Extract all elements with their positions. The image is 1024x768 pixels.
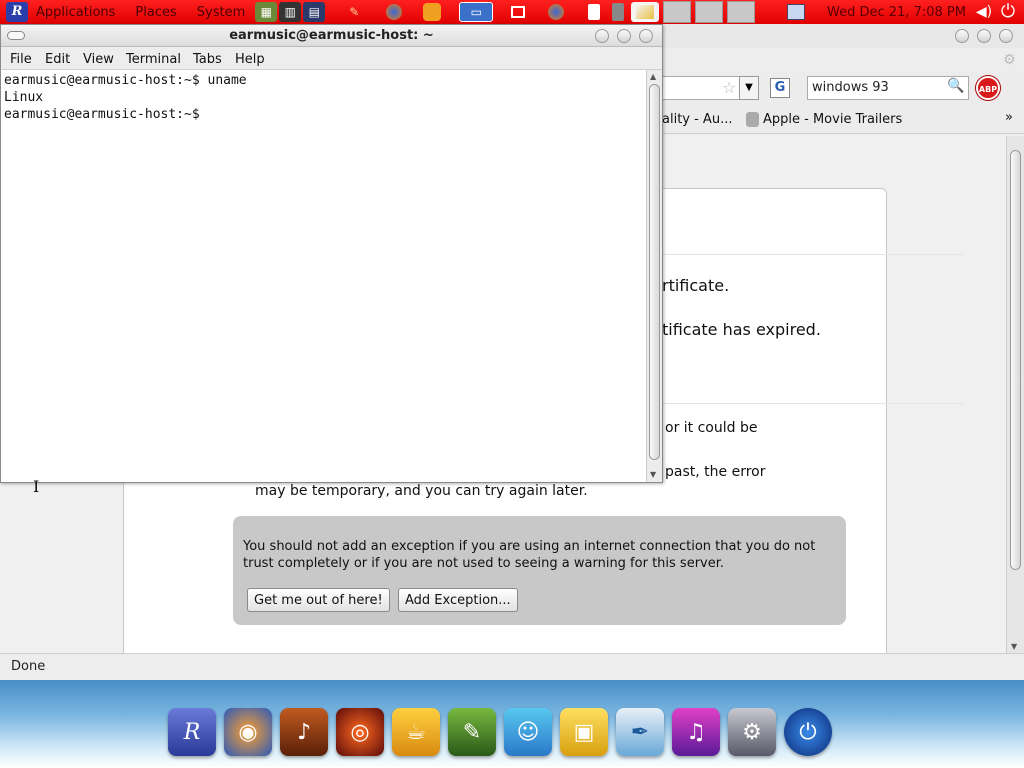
media-icon[interactable]: ◎ — [336, 708, 384, 756]
power-icon[interactable]: ⏻ — [784, 708, 832, 756]
adblock-icon[interactable]: ABP — [976, 76, 1000, 100]
paint-taskbar-icon[interactable] — [631, 2, 660, 22]
music-icon[interactable]: ♫ — [672, 708, 720, 756]
draw-icon[interactable]: ✒ — [616, 708, 664, 756]
scroll-up-arrow-icon[interactable]: ▲ — [650, 72, 656, 81]
error-body-line: past, the error — [665, 464, 766, 480]
top-panel: R Applications Places System ▦ ▥ ▤ ✎ ▭ W… — [0, 0, 1024, 24]
terminal-maximize-button[interactable] — [617, 29, 631, 43]
bookmark-star-icon[interactable]: ☆ — [722, 78, 736, 97]
browser-close-button[interactable] — [999, 29, 1013, 43]
bookmark-item[interactable]: eality - Au... — [654, 112, 732, 127]
window-icon[interactable] — [507, 2, 529, 22]
rosa-icon[interactable]: R — [168, 708, 216, 756]
firefox-icon[interactable] — [383, 2, 405, 22]
panel-launchers: ▦ ▥ ▤ ✎ ▭ — [255, 1, 756, 23]
exception-warning-text: You should not add an exception if you a… — [243, 539, 816, 571]
error-heading-line: tificate has expired. — [662, 320, 821, 339]
menu-tabs[interactable]: Tabs — [193, 52, 222, 67]
browser-minimize-button[interactable] — [955, 29, 969, 43]
terminal-output[interactable]: earmusic@earmusic-host:~$ uname Linux ea… — [1, 70, 646, 495]
workspace-switcher-1[interactable] — [663, 1, 692, 23]
audio-editor-icon[interactable]: ▤ — [303, 2, 326, 22]
workspace-switcher-3[interactable] — [727, 1, 756, 23]
equalizer-icon[interactable]: ▦ — [255, 2, 278, 22]
applications-menu[interactable]: Applications — [36, 5, 115, 20]
guitar-icon[interactable]: ♪ — [280, 708, 328, 756]
search-input[interactable]: windows 93 — [807, 76, 969, 100]
distro-logo-icon[interactable]: R — [6, 2, 28, 22]
divider — [654, 254, 964, 255]
status-bar: Done — [0, 653, 1024, 679]
status-text: Done — [11, 659, 46, 674]
trash-icon[interactable] — [607, 2, 629, 22]
piano-icon[interactable]: ▥ — [279, 2, 302, 22]
terminal-line: earmusic@earmusic-host:~$ — [4, 107, 208, 122]
menu-file[interactable]: File — [10, 52, 32, 67]
menu-terminal[interactable]: Terminal — [126, 52, 181, 67]
url-dropdown-button[interactable]: ▼ — [739, 76, 759, 100]
bookmark-item[interactable]: Apple - Movie Trailers — [763, 112, 902, 127]
terminal-scrollbar-thumb[interactable] — [649, 84, 660, 460]
menu-view[interactable]: View — [83, 52, 114, 67]
terminal-taskbar-button[interactable]: ▭ — [459, 2, 494, 22]
system-menu[interactable]: System — [197, 5, 245, 20]
bookmarks-overflow-button[interactable]: » — [1005, 110, 1013, 125]
terminal-close-button[interactable] — [639, 29, 653, 43]
search-engine-icon[interactable]: G — [770, 78, 790, 98]
menu-help[interactable]: Help — [235, 52, 265, 67]
apple-icon — [746, 112, 759, 127]
document-icon[interactable] — [583, 2, 605, 22]
terminal-window: earmusic@earmusic-host: ~ File Edit View… — [0, 24, 663, 495]
terminal-line: earmusic@earmusic-host:~$ uname — [4, 73, 247, 88]
error-body-line: or it could be — [665, 420, 758, 436]
places-menu[interactable]: Places — [135, 5, 176, 20]
scroll-down-arrow-icon[interactable]: ▼ — [650, 470, 656, 479]
clock[interactable]: Wed Dec 21, 7:08 PM — [827, 5, 966, 20]
messenger-icon[interactable]: ☺ — [504, 708, 552, 756]
page-scrollbar[interactable]: ▼ — [1006, 136, 1024, 653]
terminal-minimize-button[interactable] — [595, 29, 609, 43]
scroll-down-arrow-icon[interactable]: ▼ — [1011, 642, 1017, 651]
settings-icon[interactable]: ⚙ — [728, 708, 776, 756]
search-icon[interactable]: 🔍 — [947, 78, 964, 94]
gimp-icon[interactable]: ✎ — [448, 708, 496, 756]
divider — [654, 403, 964, 404]
browser-maximize-button[interactable] — [977, 29, 991, 43]
dock: R ◉ ♪ ◎ ☕ ✎ ☺ ▣ ✒ ♫ ⚙ ⏻ — [162, 702, 838, 762]
add-exception-button[interactable]: Add Exception... — [398, 588, 518, 612]
page-scrollbar-thumb[interactable] — [1010, 150, 1021, 570]
power-icon[interactable]: ⏻ — [998, 1, 1018, 22]
volume-icon[interactable]: ◀) — [974, 2, 994, 22]
text-cursor-icon: I — [33, 477, 40, 496]
network-icon[interactable] — [786, 2, 806, 22]
office-icon[interactable]: ▣ — [560, 708, 608, 756]
gear-icon: ⚙ — [1003, 52, 1016, 68]
get-me-out-button[interactable]: Get me out of here! — [247, 588, 390, 612]
menu-edit[interactable]: Edit — [45, 52, 70, 67]
terminal-title: earmusic@earmusic-host: ~ — [229, 28, 434, 43]
firefox-taskbar-icon[interactable] — [545, 2, 567, 22]
error-heading-line: rtificate. — [662, 276, 730, 295]
terminal-menubar: File Edit View Terminal Tabs Help — [1, 47, 662, 70]
pencil-icon[interactable]: ✎ — [343, 2, 365, 22]
terminal-line: Linux — [4, 90, 44, 105]
exception-warning-box: You should not add an exception if you a… — [233, 516, 846, 625]
workspace-switcher-2[interactable] — [695, 1, 724, 23]
terminal-scrollbar[interactable]: ▲ ▼ — [646, 70, 662, 482]
browser-icon[interactable]: ◉ — [224, 708, 272, 756]
error-body-line: may be temporary, and you can try again … — [255, 483, 588, 499]
headphones-icon[interactable] — [421, 2, 443, 22]
coffee-icon[interactable]: ☕ — [392, 708, 440, 756]
terminal-titlebar[interactable]: earmusic@earmusic-host: ~ — [1, 25, 662, 47]
